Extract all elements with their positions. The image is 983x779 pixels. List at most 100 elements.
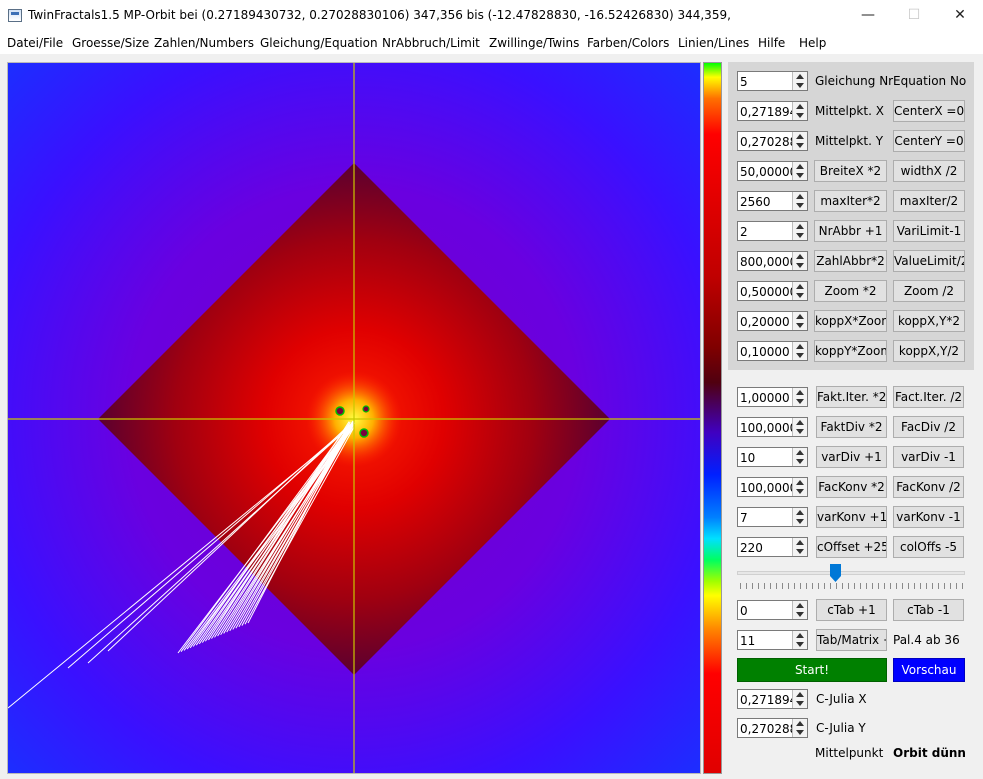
twin-point-1 <box>336 407 344 415</box>
param-top-spinbox-0[interactable]: 5 <box>737 71 808 91</box>
param-bottom-right-button-5[interactable]: colOffs -5 <box>893 536 964 558</box>
menu-groesse[interactable]: Groesse/Size <box>72 36 149 50</box>
spin-arrows[interactable] <box>792 418 807 436</box>
param-top-left-button-6[interactable]: ZahlAbbr*2 <box>814 250 887 272</box>
ctab-minus-button[interactable]: cTab -1 <box>893 599 964 621</box>
param-top-right-button-3[interactable]: widthX /2 <box>893 160 965 182</box>
param-bottom-right-button-3[interactable]: FacKonv /2 <box>893 476 964 498</box>
menu-linien[interactable]: Linien/Lines <box>678 36 749 50</box>
param-bottom-spinbox-2[interactable]: 10 <box>737 447 808 467</box>
spin-arrows[interactable] <box>792 72 807 90</box>
param-bottom-right-button-2[interactable]: varDiv -1 <box>893 446 964 468</box>
ctab-plus-button[interactable]: cTab +1 <box>816 599 887 621</box>
param-top-left-button-4[interactable]: maxIter*2 <box>814 190 887 212</box>
param-top-right-button-1[interactable]: CenterX =0 <box>893 100 965 122</box>
spin-arrows[interactable] <box>792 132 807 150</box>
param-top-spinbox-6[interactable]: 800,00000 <box>737 251 808 271</box>
spin-arrows[interactable] <box>792 192 807 210</box>
param-top-right-button-9[interactable]: koppX,Y/2 <box>893 340 965 362</box>
menu-gleichung[interactable]: Gleichung/Equation <box>260 36 378 50</box>
param-bottom-spinbox-5[interactable]: 220 <box>737 537 808 557</box>
spin-arrows[interactable] <box>792 448 807 466</box>
param-bottom-spinbox-4[interactable]: 7 <box>737 507 808 527</box>
param-bottom-left-button-3[interactable]: FacKonv *2 <box>816 476 887 498</box>
spin-arrows[interactable] <box>792 162 807 180</box>
close-button[interactable]: ✕ <box>937 0 983 32</box>
param-bottom-spinbox-3[interactable]: 100,00000 <box>737 477 808 497</box>
param-top-right-button-6[interactable]: ValueLimit/2 <box>893 250 965 272</box>
param-top-label-0: Gleichung Nr <box>815 74 893 88</box>
spin-arrows[interactable] <box>792 388 807 406</box>
param-top-left-button-7[interactable]: Zoom *2 <box>814 280 887 302</box>
param-top-left-button-9[interactable]: koppY*Zoom <box>814 340 887 362</box>
julia-y-spinbox[interactable]: 0,2702883 <box>737 718 808 738</box>
param-top-right-button-4[interactable]: maxIter/2 <box>893 190 965 212</box>
slider-ticks <box>740 583 963 589</box>
spin-arrows[interactable] <box>792 719 807 737</box>
spin-arrows[interactable] <box>792 478 807 496</box>
menu-farben[interactable]: Farben/Colors <box>587 36 669 50</box>
menu-datei[interactable]: Datei/File <box>7 36 63 50</box>
spin-arrows[interactable] <box>792 102 807 120</box>
vorschau-button[interactable]: Vorschau <box>893 658 965 682</box>
slider-thumb[interactable] <box>830 564 841 582</box>
tabmatrix-button[interactable]: Tab/Matrix + <box>816 629 887 651</box>
menu-zwillinge[interactable]: Zwillinge/Twins <box>489 36 579 50</box>
spin-arrows[interactable] <box>792 222 807 240</box>
param-top-spinbox-5[interactable]: 2 <box>737 221 808 241</box>
spin-arrows[interactable] <box>792 601 807 619</box>
param-top-left-button-5[interactable]: NrAbbr +1 <box>814 220 887 242</box>
param-top-spinbox-4[interactable]: 2560 <box>737 191 808 211</box>
spin-arrows[interactable] <box>792 312 807 330</box>
menu-hilfe[interactable]: Hilfe <box>758 36 785 50</box>
fractal-canvas[interactable] <box>7 62 701 774</box>
menu-zahlen[interactable]: Zahlen/Numbers <box>154 36 254 50</box>
spin-arrows[interactable] <box>792 690 807 708</box>
param-top-spinbox-2[interactable]: 0,2702883 <box>737 131 808 151</box>
spin-value: 0,2718943 <box>740 105 792 119</box>
param-top-spinbox-9[interactable]: 0,10000 <box>737 341 808 361</box>
param-top-right-button-8[interactable]: koppX,Y*2 <box>893 310 965 332</box>
param-top-spinbox-1[interactable]: 0,2718943 <box>737 101 808 121</box>
orbit-mode-label[interactable]: Orbit dünn <box>893 746 966 760</box>
maximize-button[interactable]: ☐ <box>891 0 937 32</box>
param-bottom-right-button-4[interactable]: varKonv -1 <box>893 506 964 528</box>
param-bottom-spinbox-1[interactable]: 100,00000 <box>737 417 808 437</box>
param-top-spinbox-3[interactable]: 50,000000 <box>737 161 808 181</box>
tabmatrix-spinbox[interactable]: 11 <box>737 630 808 650</box>
spin-arrows[interactable] <box>792 342 807 360</box>
param-bottom-left-button-4[interactable]: varKonv +1 <box>816 506 887 528</box>
param-top-spinbox-8[interactable]: 0,20000 <box>737 311 808 331</box>
menu-nrabbruch[interactable]: NrAbbruch/Limit <box>382 36 480 50</box>
spin-value: 2 <box>740 225 792 239</box>
spin-value: 5 <box>740 75 792 89</box>
menu-help[interactable]: Help <box>799 36 826 50</box>
param-bottom-left-button-1[interactable]: FaktDiv *2 <box>816 416 887 438</box>
param-top-right-button-7[interactable]: Zoom /2 <box>893 280 965 302</box>
ctab-spinbox[interactable]: 0 <box>737 600 808 620</box>
minimize-button[interactable]: — <box>845 0 891 32</box>
slider-track[interactable] <box>737 571 965 575</box>
param-bottom-left-button-2[interactable]: varDiv +1 <box>816 446 887 468</box>
param-bottom-left-button-0[interactable]: Fakt.Iter. *2 <box>816 386 887 408</box>
param-top-left-button-8[interactable]: koppX*Zoom <box>814 310 887 332</box>
start-button[interactable]: Start! <box>737 658 887 682</box>
param-bottom-right-button-1[interactable]: FacDiv /2 <box>893 416 964 438</box>
param-top-spinbox-7[interactable]: 0,5000000 <box>737 281 808 301</box>
julia-y-value: 0,2702883 <box>740 722 792 736</box>
spin-arrows[interactable] <box>792 631 807 649</box>
param-top-right-button-5[interactable]: VariLimit-1 <box>893 220 965 242</box>
julia-x-spinbox[interactable]: 0,2718943 <box>737 689 808 709</box>
spin-arrows[interactable] <box>792 252 807 270</box>
param-bottom-spinbox-0[interactable]: 1,00000 <box>737 387 808 407</box>
spin-value: 0,5000000 <box>740 285 792 299</box>
param-top-label-2: Mittelpkt. Y <box>815 134 883 148</box>
param-bottom-left-button-5[interactable]: cOffset +25 <box>816 536 887 558</box>
mittelpunkt-label[interactable]: Mittelpunkt <box>815 746 883 760</box>
spin-arrows[interactable] <box>792 508 807 526</box>
param-bottom-right-button-0[interactable]: Fact.Iter. /2 <box>893 386 964 408</box>
spin-arrows[interactable] <box>792 538 807 556</box>
param-top-right-button-2[interactable]: CenterY =0 <box>893 130 965 152</box>
spin-arrows[interactable] <box>792 282 807 300</box>
param-top-left-button-3[interactable]: BreiteX *2 <box>814 160 887 182</box>
